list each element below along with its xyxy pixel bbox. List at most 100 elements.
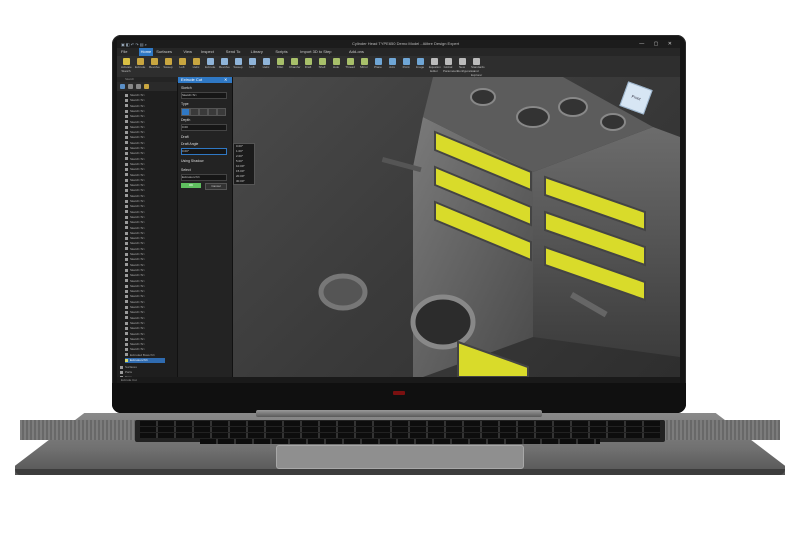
tree-item[interactable]: Sketch<N> [125, 284, 145, 289]
ribbon-button[interactable]: Extrude [135, 58, 145, 69]
ribbon-button[interactable]: New Configuration [457, 58, 475, 73]
tree-item[interactable]: Sketch<N> [125, 305, 145, 310]
tree-item[interactable]: Sketch<N> [125, 114, 145, 119]
depth-input[interactable]: 0.00 [181, 124, 227, 131]
tree-item[interactable]: Sketch<N> [125, 257, 145, 262]
menu-item[interactable]: Library [251, 48, 263, 56]
type-through-button[interactable] [190, 108, 199, 116]
tree-item[interactable]: Sketch<N> [125, 173, 145, 178]
ok-button[interactable]: OK [181, 183, 201, 188]
tree-item[interactable]: Sketch<N> [125, 347, 145, 352]
filter-icon[interactable] [120, 84, 125, 89]
tree-item[interactable]: Sketch<N> [125, 252, 145, 257]
tree-item[interactable]: Sketch<N> [125, 167, 145, 172]
tree-item[interactable]: Sketch<N> [125, 263, 145, 268]
menu-item[interactable]: Inspect [201, 48, 214, 56]
tree-item[interactable]: Sketch<N> [125, 273, 145, 278]
ribbon-button[interactable]: Loft [247, 58, 257, 69]
ribbon-button[interactable]: Fillet [275, 58, 285, 69]
ribbon-button[interactable]: Activate Sketch [121, 58, 132, 73]
tree-item[interactable]: Sketch<N> [125, 220, 145, 225]
window-controls[interactable]: — ▢ ✕ [639, 40, 676, 48]
tree-item[interactable]: Sketch<N> [125, 326, 145, 331]
settings-icon[interactable] [144, 84, 149, 89]
ribbon-button[interactable]: Hole [331, 58, 341, 69]
tree-item[interactable]: Sketch<N> [125, 226, 145, 231]
ribbon-button[interactable]: Standards and Explorer [471, 58, 485, 77]
tree-item[interactable]: Sketch<N> [125, 151, 145, 156]
tree-item[interactable]: Sketch<N> [125, 294, 145, 299]
ribbon-button[interactable]: Helix [191, 58, 201, 69]
tree-item[interactable]: Sketch<N> [125, 342, 145, 347]
type-mid-plane-button[interactable] [208, 108, 217, 116]
tree-item[interactable]: Sketch<N> [125, 104, 145, 109]
ribbon-button[interactable]: Point [401, 58, 411, 69]
ribbon-button[interactable]: Sweep [233, 58, 243, 69]
tree-item[interactable]: Sketch<N> [125, 183, 145, 188]
type-offset-button[interactable] [217, 108, 226, 116]
type-depth-button[interactable] [181, 108, 190, 116]
ribbon-button[interactable]: Axis [387, 58, 397, 69]
tree-item[interactable]: Sketch<N> [125, 162, 145, 167]
tree-item[interactable]: Sketch<N> [125, 130, 145, 135]
draft-angle-input[interactable]: 0.00° [181, 148, 227, 155]
tree-item[interactable]: Sketch<N> [125, 247, 145, 252]
tree-item[interactable]: Sketch<N> [125, 98, 145, 103]
type-to-face-button[interactable] [199, 108, 208, 116]
draft-checkbox[interactable]: Draft [181, 135, 189, 139]
menu-item[interactable]: File [121, 48, 127, 56]
tree-item[interactable]: Sketch<N> [125, 316, 145, 321]
menu-item[interactable]: Import 3D to Step [300, 48, 331, 56]
tree-item[interactable]: Extruded Boss<N> [125, 353, 155, 358]
tree-item[interactable]: Sketch<N> [125, 109, 145, 114]
ribbon-button[interactable]: Revolve [149, 58, 160, 69]
ribbon-button[interactable]: Mirror [359, 58, 369, 69]
tree-item[interactable]: Sketch<N> [125, 141, 145, 146]
tree-item[interactable]: Sketch<N> [125, 188, 145, 193]
menu-item[interactable]: Scripts [275, 48, 287, 56]
ribbon-button[interactable]: Chamfer [289, 58, 301, 69]
maximize-button[interactable]: ▢ [654, 41, 663, 47]
ribbon-button[interactable]: Sweep [163, 58, 173, 69]
tree-item[interactable]: Sketch<N> [125, 332, 145, 337]
ribbon-button[interactable]: Revolve [219, 58, 230, 69]
ribbon-button[interactable]: Image [415, 58, 425, 69]
menu-item[interactable]: View [183, 48, 192, 56]
tree-item[interactable]: Sketch<N> [125, 215, 145, 220]
tree-item[interactable]: Sketch<N> [125, 194, 145, 199]
ribbon-button[interactable]: Thread [345, 58, 355, 69]
select-field[interactable]: Extrusion<N> [181, 174, 227, 181]
sketch-field[interactable]: Sketch<N> [181, 92, 227, 99]
tree-item[interactable]: Sketch<N> [125, 337, 145, 342]
tree-item[interactable]: Sketch<N> [125, 321, 145, 326]
tree-item[interactable]: Sketch<N> [125, 204, 145, 209]
tree-item[interactable]: Sketch<N> [125, 210, 145, 215]
ribbon-button[interactable]: Shell [317, 58, 327, 69]
cancel-button[interactable]: Cancel [205, 183, 227, 190]
tree-item[interactable]: Sketch<N> [125, 135, 145, 140]
tree-item[interactable]: Sketch<N> [125, 310, 145, 315]
dropdown-option[interactable]: 30.00° [234, 179, 254, 184]
tree-item[interactable]: Sketch<N> [125, 241, 145, 246]
menu-item[interactable]: Home [138, 48, 154, 56]
3d-viewport[interactable]: Front [233, 77, 680, 377]
tree-item[interactable]: Sketch<N> [125, 279, 145, 284]
ribbon-button[interactable]: Helix [261, 58, 271, 69]
minimize-button[interactable]: — [639, 41, 648, 47]
collapse-icon[interactable] [128, 84, 133, 89]
expand-icon[interactable] [136, 84, 141, 89]
tree-item[interactable]: Sketch<N> [125, 199, 145, 204]
tree-item[interactable]: Sketch<N> [125, 157, 145, 162]
close-button[interactable]: ✕ [668, 41, 676, 47]
tree-item[interactable]: Sketch<N> [125, 231, 145, 236]
tree-item[interactable]: Sketch<N> [125, 268, 145, 273]
tree-item[interactable]: Sketch<N> [125, 236, 145, 241]
menu-item[interactable]: Add-ons [349, 48, 364, 56]
ribbon-button[interactable]: Global Parameters [443, 58, 459, 73]
tree-item[interactable]: Sketch<N> [125, 289, 145, 294]
tree-item[interactable]: Sketch<N> [125, 120, 145, 125]
menu-item[interactable]: Surfaces [156, 48, 172, 56]
ribbon-button[interactable]: Equation Editor [429, 58, 441, 73]
ribbon-button[interactable]: Loft [177, 58, 187, 69]
tree-item[interactable]: Sketch<N> [125, 146, 145, 151]
